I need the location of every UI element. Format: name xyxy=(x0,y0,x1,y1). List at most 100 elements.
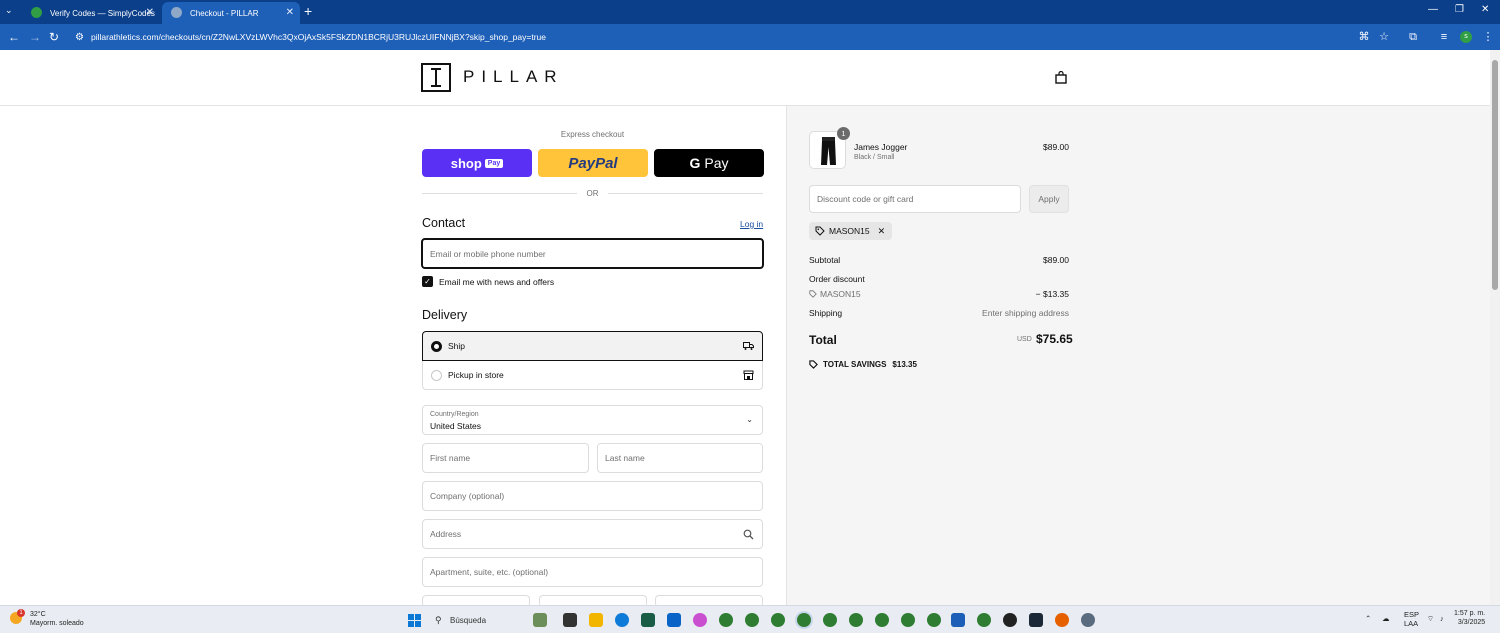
url-text[interactable]: pillarathletics.com/checkouts/cn/Z2NwLXV… xyxy=(91,32,546,42)
delivery-option-ship[interactable]: Ship xyxy=(422,331,763,361)
site-info-icon[interactable]: ⚙ xyxy=(75,31,84,45)
subtotal-label: Subtotal xyxy=(809,255,841,265)
volume-icon[interactable]: ♪ xyxy=(1440,614,1444,623)
forward-icon[interactable]: → xyxy=(29,30,41,44)
country-select[interactable]: Country/Region United States ⌄ xyxy=(422,405,763,435)
tray-chevron-icon[interactable]: ⌃ xyxy=(1365,614,1371,623)
chrome-icon[interactable] xyxy=(797,613,811,627)
delivery-option-pickup[interactable]: Pickup in store xyxy=(422,361,763,390)
chrome-icon[interactable] xyxy=(745,613,759,627)
wifi-icon[interactable]: ⌔ xyxy=(1427,614,1434,623)
shop-pay-tag: Pay xyxy=(484,158,504,168)
edge-icon[interactable] xyxy=(615,613,629,627)
shop-pay-button[interactable]: shop Pay xyxy=(422,149,532,177)
total-savings: TOTAL SAVINGS $13.35 xyxy=(809,360,917,369)
media-icon[interactable]: ≡ xyxy=(1437,30,1451,44)
new-tab-icon[interactable]: + xyxy=(304,3,312,19)
first-name-field[interactable]: First name xyxy=(422,443,589,473)
applied-code: MASON15 xyxy=(829,226,870,236)
page-scrollbar[interactable] xyxy=(1490,50,1500,605)
taskbar-app-icon[interactable] xyxy=(563,613,577,627)
file-explorer-icon[interactable] xyxy=(589,613,603,627)
email-field[interactable]: Email or mobile phone number xyxy=(421,238,764,269)
newsletter-row[interactable]: ✓ Email me with news and offers xyxy=(422,276,554,287)
google-pay-button[interactable]: G Pay xyxy=(654,149,764,177)
back-icon[interactable]: ← xyxy=(8,30,20,44)
steam-icon[interactable] xyxy=(1029,613,1043,627)
taskbar-app-icon[interactable] xyxy=(641,613,655,627)
tag-icon xyxy=(809,290,817,298)
subtotal-row: Subtotal $89.00 xyxy=(809,255,1069,265)
clock[interactable]: 1:57 p. m. 3/3/2025 xyxy=(1454,609,1485,627)
minimize-icon[interactable]: — xyxy=(1428,4,1438,15)
chrome-icon[interactable] xyxy=(977,613,991,627)
lang-primary: ESP xyxy=(1404,610,1420,619)
total-currency: USD xyxy=(1017,336,1032,343)
tab-list-chevron-icon[interactable]: ⌄ xyxy=(5,5,13,16)
windows-start-icon[interactable] xyxy=(408,614,421,627)
translate-icon[interactable]: ⌘ xyxy=(1357,30,1371,44)
close-window-icon[interactable]: ✕ xyxy=(1481,4,1489,15)
log-in-link[interactable]: Log in xyxy=(740,219,763,229)
profile-avatar[interactable]: s xyxy=(1460,31,1472,43)
onedrive-icon[interactable]: ☁ xyxy=(1382,614,1390,623)
discount-code-label: MASON15 xyxy=(820,289,861,299)
chrome-icon[interactable] xyxy=(927,613,941,627)
weather-badge: 1 xyxy=(17,609,25,617)
total-label: Total xyxy=(809,333,837,347)
delivery-heading: Delivery xyxy=(422,308,468,322)
word-icon[interactable] xyxy=(951,613,965,627)
chrome-icon[interactable] xyxy=(719,613,733,627)
windows-taskbar: 1 32°C Mayorm. soleado ⚲ Búsqueda ⌃ ☁ ES… xyxy=(0,605,1500,633)
company-field[interactable]: Company (optional) xyxy=(422,481,763,511)
shopping-bag-icon[interactable] xyxy=(1055,71,1067,84)
pickup-radio[interactable] xyxy=(431,370,442,381)
order-discount-label: Order discount xyxy=(809,274,865,284)
discount-placeholder: Discount code or gift card xyxy=(817,194,914,204)
menu-kebab-icon[interactable]: ⋮ xyxy=(1481,30,1495,44)
firefox-icon[interactable] xyxy=(1055,613,1069,627)
bookmark-star-icon[interactable]: ☆ xyxy=(1377,30,1391,44)
settings-gear-icon[interactable] xyxy=(1081,613,1095,627)
outlook-icon[interactable] xyxy=(667,613,681,627)
email-placeholder: Email or mobile phone number xyxy=(430,248,546,259)
maximize-icon[interactable]: ❐ xyxy=(1455,4,1464,15)
store-icon xyxy=(743,370,754,380)
tab-checkout[interactable]: Checkout - PILLAR ✕ xyxy=(162,2,300,24)
order-summary-pane xyxy=(786,106,1490,605)
address-bar: ← → ↻ ⚙ pillarathletics.com/checkouts/cn… xyxy=(0,24,1500,50)
remove-discount-icon[interactable]: ✕ xyxy=(878,226,886,237)
paypal-button[interactable]: PayPal xyxy=(538,149,648,177)
apartment-field[interactable]: Apartment, suite, etc. (optional) xyxy=(422,557,763,587)
taskbar-app-icon[interactable] xyxy=(1003,613,1017,627)
address-field[interactable]: Address xyxy=(422,519,763,549)
google-g-icon: G xyxy=(689,155,701,171)
tab-title: Verify Codes — SimplyCodes xyxy=(50,8,155,18)
close-tab-icon[interactable]: ✕ xyxy=(286,7,294,18)
chrome-icon[interactable] xyxy=(849,613,863,627)
language-indicator[interactable]: ESP LAA xyxy=(1404,610,1419,628)
simplycodes-favicon-icon xyxy=(31,7,42,18)
taskbar-app-icon[interactable] xyxy=(533,613,547,627)
chrome-icon[interactable] xyxy=(823,613,837,627)
product-variant: Black / Small xyxy=(854,154,895,161)
taskbar-app-icon[interactable] xyxy=(693,613,707,627)
shop-pay-label: shop xyxy=(450,155,482,171)
tag-icon xyxy=(809,360,818,369)
search-icon xyxy=(743,529,754,540)
apply-button[interactable]: Apply xyxy=(1029,185,1069,213)
pillar-logo[interactable]: PILLAR xyxy=(421,62,564,92)
discount-code-input[interactable]: Discount code or gift card xyxy=(809,185,1021,213)
chrome-icon[interactable] xyxy=(875,613,889,627)
close-tab-icon[interactable]: ✕ xyxy=(146,7,154,18)
tab-title: Checkout - PILLAR xyxy=(190,8,259,18)
reload-icon[interactable]: ↻ xyxy=(49,30,59,44)
tab-simplycodes[interactable]: Verify Codes — SimplyCodes ✕ xyxy=(22,2,160,24)
last-name-field[interactable]: Last name xyxy=(597,443,763,473)
newsletter-checkbox[interactable]: ✓ xyxy=(422,276,433,287)
extensions-icon[interactable]: ⧉ xyxy=(1406,30,1420,44)
chrome-icon[interactable] xyxy=(771,613,785,627)
chrome-icon[interactable] xyxy=(901,613,915,627)
ship-radio[interactable] xyxy=(431,341,442,352)
applied-discount-chip: MASON15 ✕ xyxy=(809,222,893,240)
